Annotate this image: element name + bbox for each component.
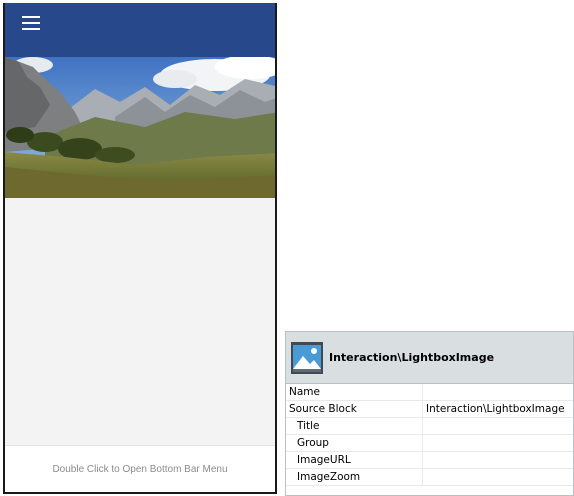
property-key: Name — [286, 384, 423, 401]
property-grid: Name Source Block Interaction\LightboxIm… — [286, 384, 573, 486]
properties-panel: Interaction\LightboxImage Name Source Bl… — [285, 331, 574, 496]
top-app-bar — [5, 3, 275, 57]
property-value[interactable] — [422, 468, 573, 486]
panel-title: Interaction\LightboxImage — [329, 351, 495, 364]
property-value[interactable] — [422, 384, 573, 401]
property-key: ImageZoom — [286, 468, 423, 486]
property-value[interactable] — [422, 417, 573, 435]
bottom-bar-hint: Double Click to Open Bottom Bar Menu — [52, 463, 228, 475]
bottom-bar[interactable]: Double Click to Open Bottom Bar Menu — [5, 445, 275, 492]
mountain-landscape-image — [5, 57, 275, 198]
property-key: Title — [286, 417, 423, 435]
hamburger-menu-icon[interactable] — [22, 16, 40, 30]
property-row-name[interactable]: Name — [286, 384, 573, 401]
property-key: ImageURL — [286, 451, 423, 469]
property-value[interactable]: Interaction\LightboxImage — [422, 400, 573, 418]
lightbox-image[interactable] — [5, 57, 275, 198]
property-value[interactable] — [422, 434, 573, 452]
property-row-imagezoom[interactable]: ImageZoom — [286, 468, 573, 486]
property-row-group[interactable]: Group — [286, 434, 573, 452]
property-key: Group — [286, 434, 423, 452]
phone-preview: Double Click to Open Bottom Bar Menu — [3, 3, 277, 494]
property-key: Source Block — [286, 400, 423, 418]
property-row-source-block[interactable]: Source Block Interaction\LightboxImage — [286, 400, 573, 418]
page-content-area — [5, 198, 275, 446]
property-value[interactable] — [422, 451, 573, 469]
image-icon — [291, 341, 323, 374]
panel-header: Interaction\LightboxImage — [286, 332, 573, 384]
property-row-imageurl[interactable]: ImageURL — [286, 451, 573, 469]
property-row-title[interactable]: Title — [286, 417, 573, 435]
